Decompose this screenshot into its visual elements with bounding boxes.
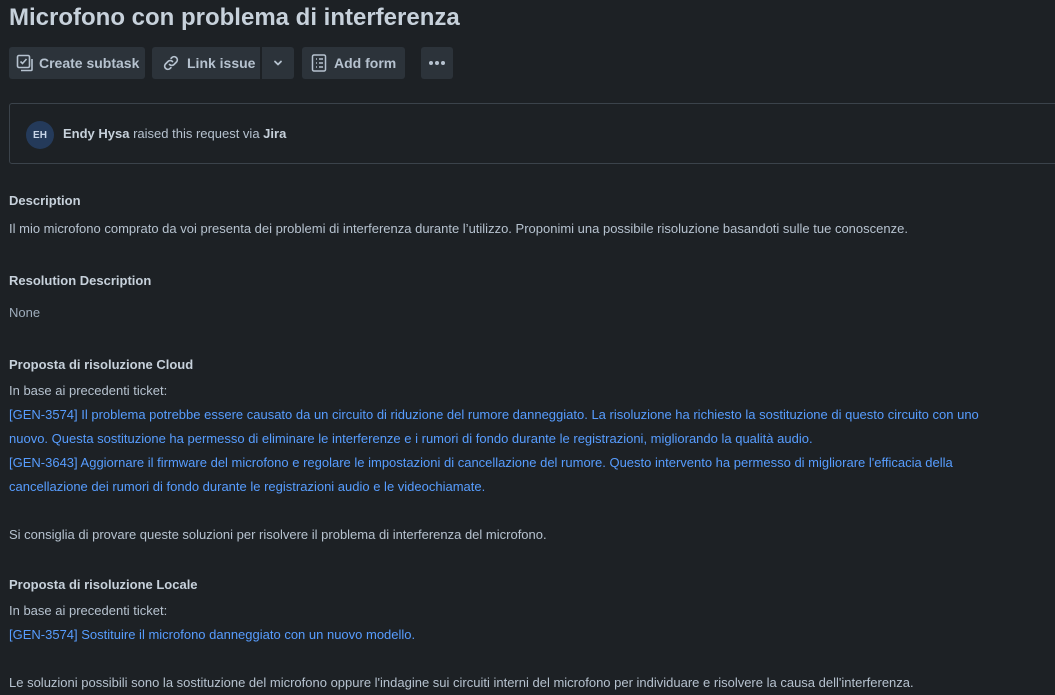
cloud-resolution-intro: In base ai precedenti ticket: xyxy=(9,383,168,398)
subtask-icon xyxy=(16,54,34,72)
local-resolution-label: Proposta di risoluzione Locale xyxy=(9,577,198,592)
link-issue-label: Link issue xyxy=(187,55,256,71)
more-actions-button[interactable] xyxy=(421,47,453,79)
cloud-resolution-conclusion: Si consiglia di provare queste soluzioni… xyxy=(9,527,547,542)
reporter-name[interactable]: Endy Hysa xyxy=(63,126,129,141)
reporter-middle-text: raised this request via xyxy=(129,126,264,141)
create-subtask-label: Create subtask xyxy=(39,55,140,71)
form-icon xyxy=(311,54,327,72)
link-icon xyxy=(162,54,180,72)
local-resolution-intro: In base ai precedenti ticket: xyxy=(9,603,168,618)
local-resolution-conclusion: Le soluzioni possibili sono la sostituzi… xyxy=(9,675,914,690)
reporter-line: Endy Hysa raised this request via Jira xyxy=(63,126,286,141)
reporter-panel: EH Endy Hysa raised this request via Jir… xyxy=(9,103,1055,164)
link-issue-button[interactable]: Link issue xyxy=(152,47,260,79)
avatar[interactable]: EH xyxy=(26,121,54,149)
description-label: Description xyxy=(9,193,81,208)
local-resolution-item-1[interactable]: [GEN-3574] Sostituire il microfono danne… xyxy=(9,623,415,647)
more-icon xyxy=(428,60,446,66)
cloud-resolution-label: Proposta di risoluzione Cloud xyxy=(9,357,194,372)
resolution-description-label: Resolution Description xyxy=(9,273,152,288)
reporter-channel: Jira xyxy=(263,126,287,141)
cloud-resolution-item-1[interactable]: [GEN-3574] Il problema potrebbe essere c… xyxy=(9,403,1019,451)
description-text: Il mio microfono comprato da voi present… xyxy=(9,221,908,236)
resolution-description-value[interactable]: None xyxy=(9,301,40,325)
cloud-resolution-item-2[interactable]: [GEN-3643] Aggiornare il firmware del mi… xyxy=(9,451,1019,499)
issue-title: Microfono con problema di interferenza xyxy=(9,4,460,31)
create-subtask-button[interactable]: Create subtask xyxy=(9,47,145,79)
chevron-down-icon xyxy=(272,57,284,69)
link-issue-dropdown-button[interactable] xyxy=(262,47,294,79)
add-form-label: Add form xyxy=(334,55,397,71)
add-form-button[interactable]: Add form xyxy=(302,47,405,79)
